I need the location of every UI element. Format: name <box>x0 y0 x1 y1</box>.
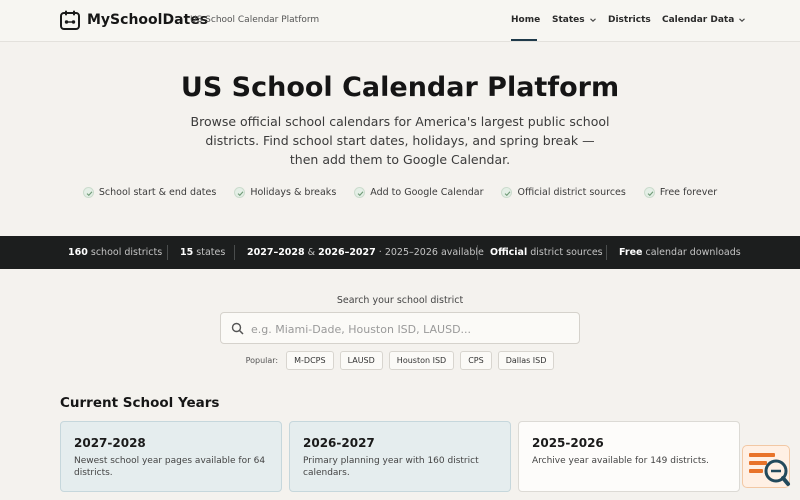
check-icon <box>354 187 366 198</box>
check-icon <box>234 187 246 198</box>
year-card-title: 2027-2028 <box>74 436 146 450</box>
search-icon <box>231 322 244 335</box>
stat-free-label: calendar downloads <box>645 247 741 258</box>
feature-label: Add to Google Calendar <box>370 187 484 198</box>
nav-calendar-data[interactable]: Calendar Data <box>662 15 746 25</box>
nav-states-label: States <box>552 15 585 25</box>
feature-item: Free forever <box>643 187 718 198</box>
stat-free: Free calendar downloads <box>619 247 741 258</box>
nav-districts[interactable]: Districts <box>608 15 651 25</box>
year-card[interactable]: 2025-2026 Archive year available for 149… <box>518 421 740 492</box>
check-icon <box>501 187 513 198</box>
stat-years: 2027–2028 & 2026–2027 · 2025–2026 availa… <box>247 247 484 258</box>
active-nav-indicator <box>511 39 537 41</box>
site-header: MySchoolDates US School Calendar Platfor… <box>0 0 800 42</box>
stats-bar: 160 school districts 15 states 2027–2028… <box>0 236 800 269</box>
popular-chip[interactable]: LAUSD <box>339 351 383 370</box>
stat-districts-count: 160 <box>68 247 88 258</box>
stat-official: Official district sources <box>490 247 603 258</box>
hero-description: Browse official school calendars for Ame… <box>190 114 610 167</box>
search-input[interactable] <box>251 319 571 339</box>
stat-states-count: 15 <box>180 247 194 258</box>
stat-official-label: district sources <box>530 247 603 258</box>
feature-label: Official district sources <box>517 187 626 198</box>
stat-divider <box>477 245 478 260</box>
year-card[interactable]: 2027-2028 Newest school year pages avail… <box>60 421 282 492</box>
stat-divider <box>606 245 607 260</box>
nav-states[interactable]: States <box>552 15 597 25</box>
year-card-title: 2025-2026 <box>532 436 604 450</box>
brand-tagline: US School Calendar Platform <box>190 15 320 25</box>
stat-districts: 160 school districts <box>68 247 162 258</box>
check-icon <box>643 187 655 198</box>
stat-divider <box>234 245 235 260</box>
feature-label: Free forever <box>659 187 718 198</box>
popular-chip[interactable]: M-DCPS <box>286 351 334 370</box>
year-card-description: Archive year available for 149 districts… <box>532 456 709 466</box>
stat-year-b: 2026–2027 <box>318 247 376 258</box>
stat-year-available: · 2025–2026 available <box>378 247 484 258</box>
year-card-title: 2026-2027 <box>303 436 375 450</box>
year-card[interactable]: 2026-2027 Primary planning year with 160… <box>289 421 511 492</box>
popular-chip[interactable]: Dallas ISD <box>497 351 555 370</box>
stat-year-a: 2027–2028 <box>247 247 305 258</box>
stat-divider <box>167 245 168 260</box>
calendar-logo-icon[interactable] <box>60 10 80 30</box>
feature-label: Holidays & breaks <box>250 187 337 198</box>
stat-year-amp: & <box>307 247 316 258</box>
feature-item: Add to Google Calendar <box>354 187 483 198</box>
search-label: Search your school district <box>336 295 464 306</box>
search-box[interactable] <box>220 312 580 344</box>
stat-official-strong: Official <box>490 247 528 258</box>
stat-free-strong: Free <box>619 247 643 258</box>
feature-label: School start & end dates <box>98 187 217 198</box>
year-card-description: Newest school year pages available for 6… <box>74 456 266 478</box>
floating-search-widget[interactable] <box>742 445 790 488</box>
feature-item: School start & end dates <box>82 187 217 198</box>
feature-item: Holidays & breaks <box>234 187 336 198</box>
popular-chip[interactable]: Houston ISD <box>388 351 455 370</box>
stat-states-label: states <box>196 247 226 258</box>
check-icon <box>82 187 94 198</box>
nav-home[interactable]: Home <box>511 15 540 25</box>
chevron-down-icon <box>739 17 746 22</box>
chevron-down-icon <box>589 17 596 22</box>
nav-calendar-data-label: Calendar Data <box>662 15 735 25</box>
search-document-icon <box>749 453 790 486</box>
feature-item: Official district sources <box>501 187 626 198</box>
stat-states: 15 states <box>180 247 225 258</box>
popular-districts: Popular: M-DCPS LAUSD Houston ISD CPS Da… <box>0 351 800 370</box>
hero-title: US School Calendar Platform <box>180 72 620 103</box>
popular-label: Popular: <box>245 356 279 365</box>
popular-chip[interactable]: CPS <box>460 351 492 370</box>
stat-districts-label: school districts <box>90 247 163 258</box>
feature-list: School start & end dates Holidays & brea… <box>0 187 800 198</box>
section-title: Current School Years <box>60 395 220 411</box>
year-card-description: Primary planning year with 160 district … <box>303 456 479 478</box>
